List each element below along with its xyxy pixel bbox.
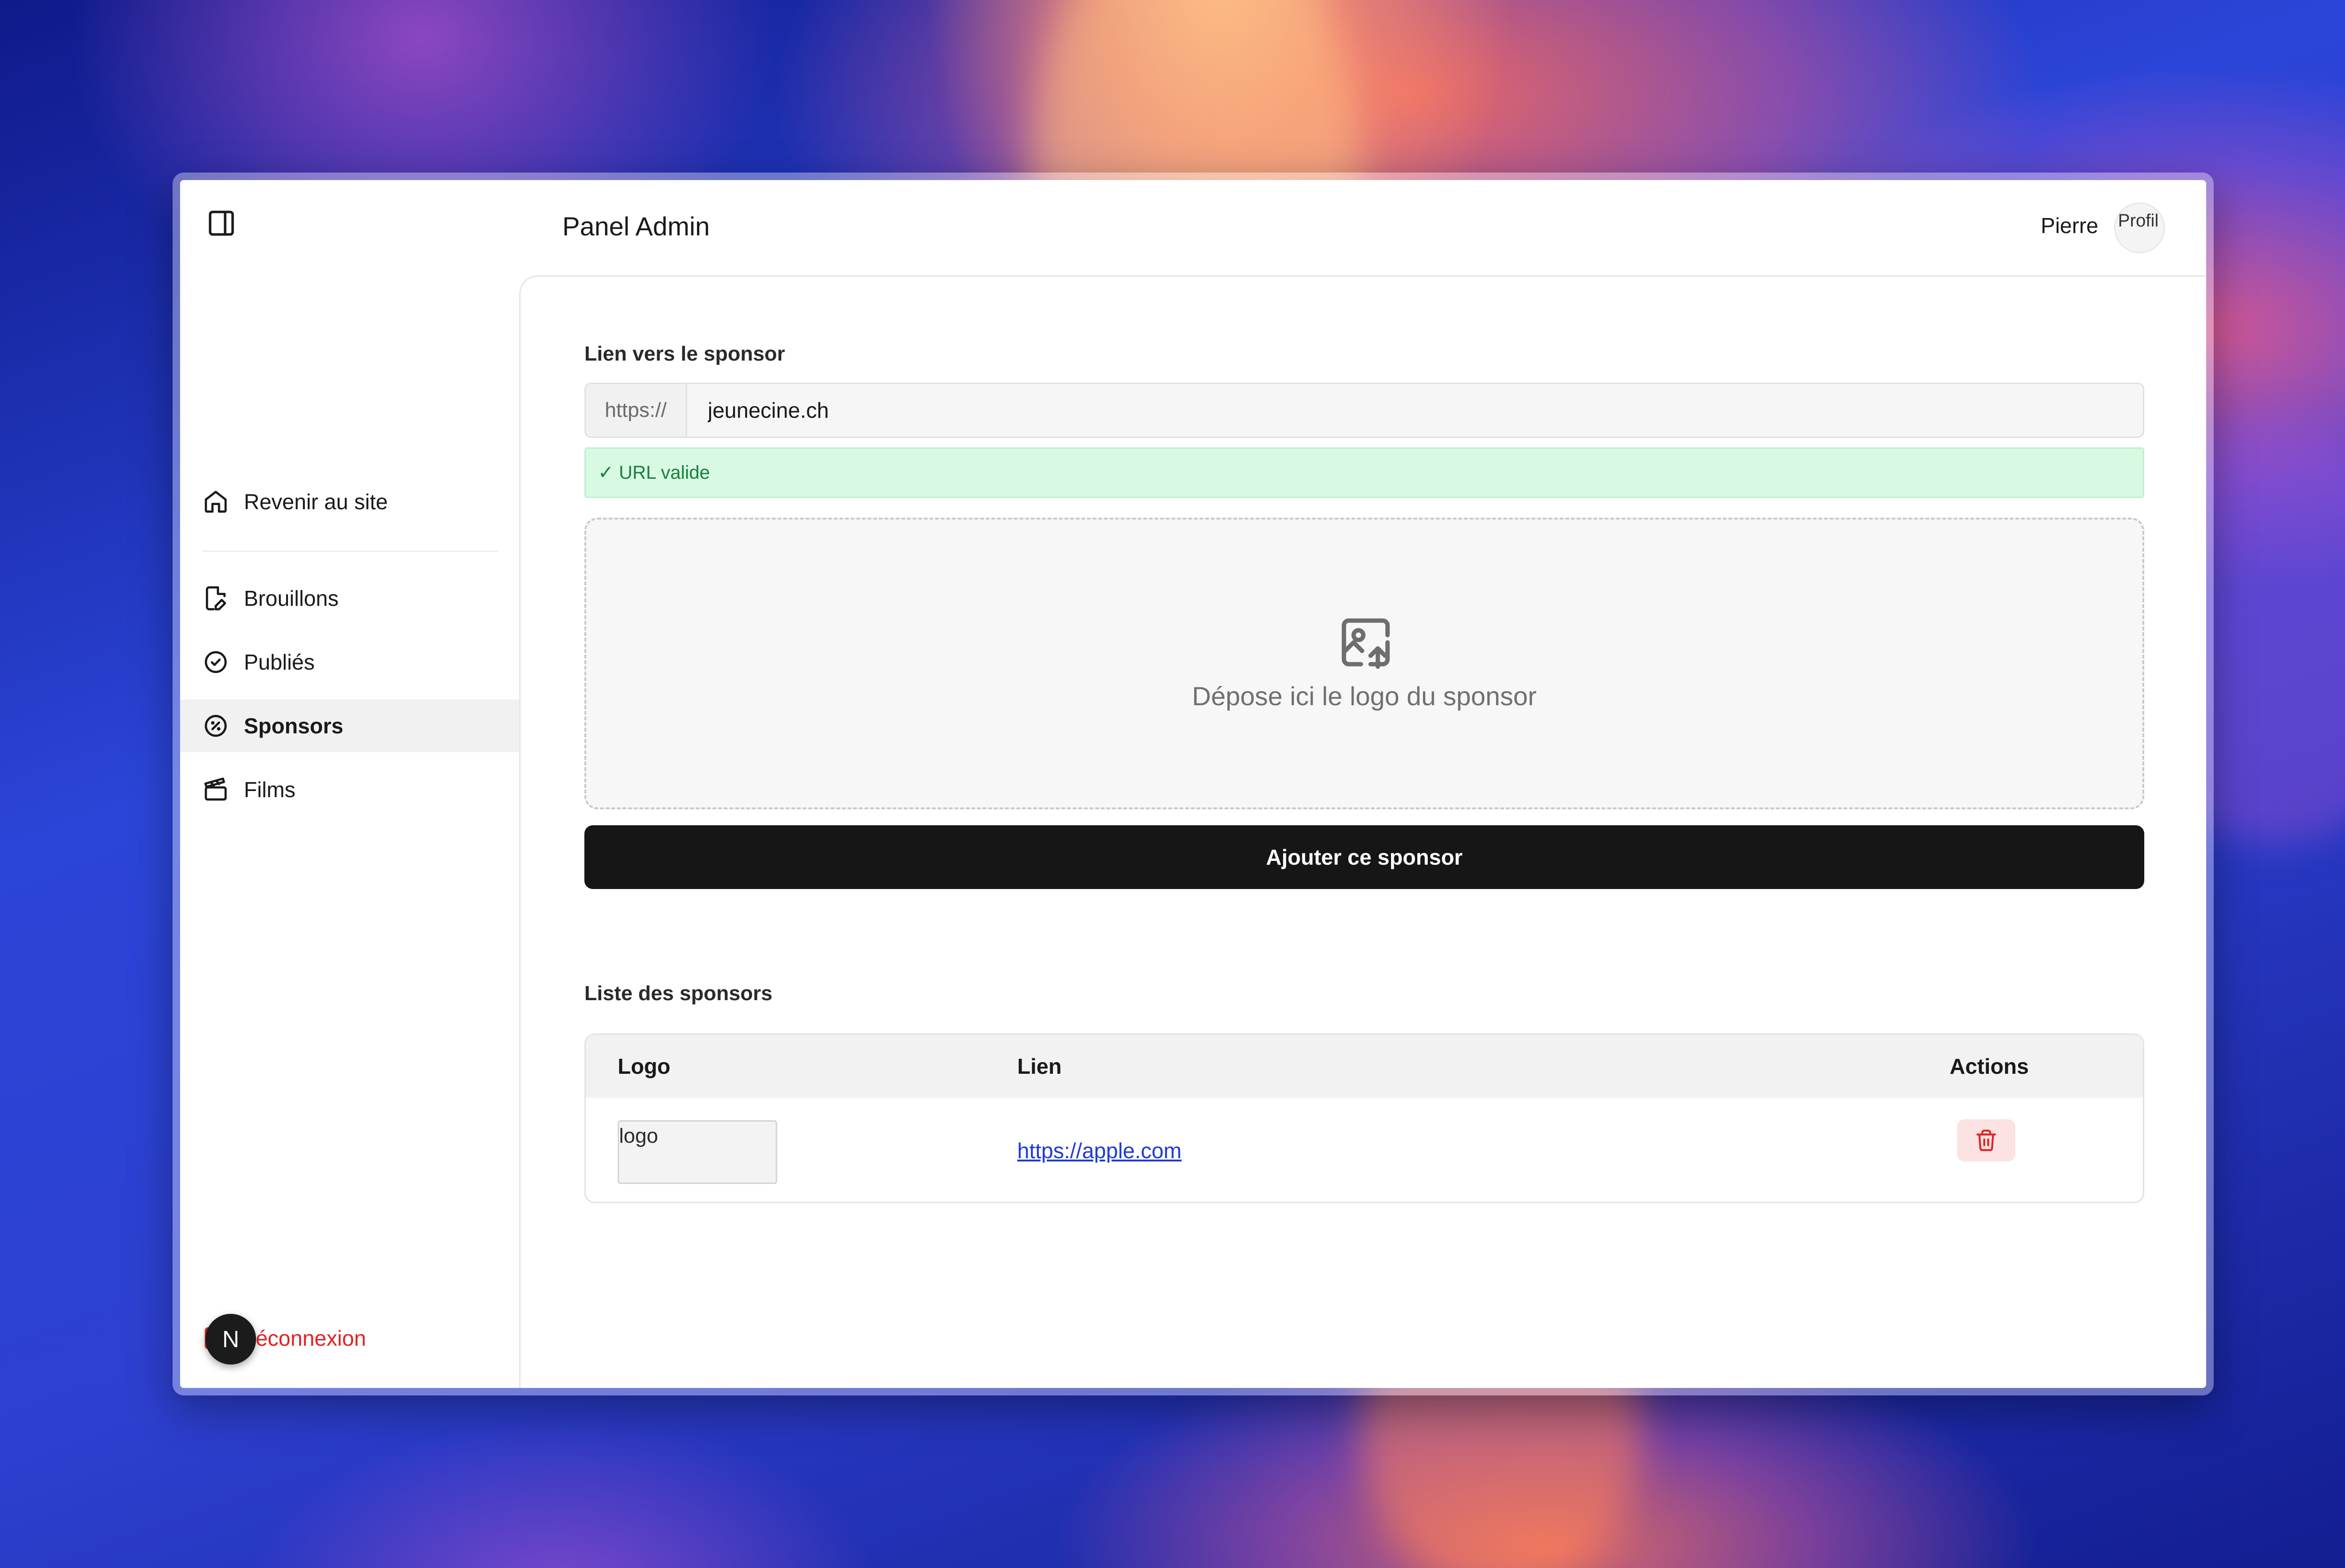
avatar[interactable]: Profil <box>2114 203 2165 253</box>
sidebar-item-brouillons[interactable]: Brouillons <box>180 572 519 625</box>
table-row: logo https://apple.com <box>586 1098 2143 1202</box>
logout-label: Déconnexion <box>240 1326 366 1350</box>
clapperboard-icon <box>204 777 227 801</box>
page-title: Panel Admin <box>562 211 710 241</box>
sidebar: Revenir au site Brouillons Publiés Spons… <box>180 180 519 1388</box>
sidebar-divider <box>203 550 498 552</box>
sidebar-item-label: Brouillons <box>244 586 339 611</box>
file-edit-icon <box>206 586 227 611</box>
app-window: Revenir au site Brouillons Publiés Spons… <box>173 173 2214 1395</box>
home-icon <box>204 490 227 513</box>
trash-icon <box>1976 1130 1996 1151</box>
nextjs-dev-badge[interactable]: N <box>205 1314 256 1364</box>
add-sponsor-button[interactable]: Ajouter ce sponsor <box>584 825 2144 889</box>
sponsors-table: Logo Lien Actions logo https://apple.com <box>584 1033 2144 1203</box>
sponsor-logo-image: logo <box>618 1120 777 1184</box>
sponsor-list-title: Liste des sponsors <box>584 982 773 1005</box>
sidebar-item-sponsors[interactable]: Sponsors <box>180 700 519 752</box>
main-content: Lien vers le sponsor https:// ✓ URL vali… <box>519 275 2206 1388</box>
column-header-actions: Actions <box>1950 1054 2029 1078</box>
logo-alt-text: logo <box>619 1124 658 1147</box>
sidebar-item-revenir-au-site[interactable]: Revenir au site <box>180 475 519 528</box>
sponsor-link-label: Lien vers le sponsor <box>584 342 785 365</box>
table-header: Logo Lien Actions <box>586 1035 2143 1098</box>
dropzone-text: Dépose ici le logo du sponsor <box>1192 681 1537 711</box>
sponsor-url-input[interactable] <box>687 384 2143 437</box>
user-name: Pierre <box>2041 213 2098 238</box>
delete-sponsor-button[interactable] <box>1957 1119 2015 1161</box>
sidebar-item-label: Films <box>244 777 295 802</box>
sponsor-url-group: https:// <box>584 383 2144 438</box>
image-upload-icon <box>1341 618 1390 669</box>
sidebar-item-publies[interactable]: Publiés <box>180 636 519 688</box>
nextjs-badge-letter: N <box>222 1326 240 1352</box>
url-valid-message: ✓ URL valide <box>584 447 2144 498</box>
app-window-content: Revenir au site Brouillons Publiés Spons… <box>180 180 2206 1388</box>
sidebar-item-films[interactable]: Films <box>180 763 519 816</box>
column-header-link: Lien <box>1017 1054 1062 1078</box>
url-prefix: https:// <box>586 384 687 437</box>
sidebar-item-label: Sponsors <box>244 714 344 738</box>
sponsor-link[interactable]: https://apple.com <box>1017 1138 1181 1163</box>
sidebar-item-label: Publiés <box>244 650 315 674</box>
avatar-alt-text: Profil <box>2118 211 2159 231</box>
sidebar-item-label: Revenir au site <box>244 490 388 514</box>
sidebar-toggle-icon[interactable] <box>206 208 236 238</box>
logo-dropzone[interactable]: Dépose ici le logo du sponsor <box>584 518 2144 809</box>
column-header-logo: Logo <box>618 1054 671 1078</box>
check-circle-icon <box>204 651 227 673</box>
badge-percent-icon <box>204 715 227 737</box>
